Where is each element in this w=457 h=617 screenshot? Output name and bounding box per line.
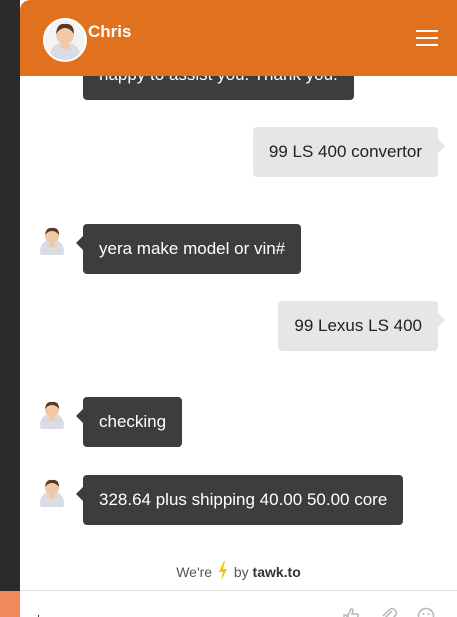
menu-icon[interactable] bbox=[416, 30, 438, 48]
message-text: checking bbox=[99, 412, 167, 431]
powered-prefix: We're bbox=[176, 564, 213, 580]
message-text: 99 LS 400 convertor bbox=[268, 142, 422, 161]
message-text: yera make model or vin# bbox=[99, 239, 286, 258]
thumbs-up-icon[interactable] bbox=[342, 607, 360, 617]
background-page-strip bbox=[0, 0, 20, 617]
agent-avatar-icon bbox=[40, 227, 64, 255]
agent-avatar bbox=[43, 18, 87, 62]
agent-message: 328.64 plus shipping 40.00 50.00 core bbox=[75, 475, 404, 525]
powered-by-text: by bbox=[233, 564, 249, 580]
background-page-accent bbox=[0, 591, 20, 617]
message-text: 328.64 plus shipping 40.00 50.00 core bbox=[99, 490, 388, 509]
agent-message: yera make model or vin# bbox=[75, 224, 302, 274]
visitor-message: 99 LS 400 convertor bbox=[252, 127, 446, 177]
agent-avatar-icon bbox=[40, 401, 64, 429]
message-list[interactable]: happy to assist you. Thank you. 99 LS 40… bbox=[20, 0, 457, 560]
paperclip-icon[interactable] bbox=[380, 607, 398, 617]
agent-message: checking bbox=[75, 397, 183, 447]
powered-by[interactable]: We're by tawk.to bbox=[20, 561, 457, 581]
chat-widget: happy to assist you. Thank you. 99 LS 40… bbox=[20, 0, 457, 617]
agent-avatar-icon bbox=[49, 23, 81, 60]
agent-avatar-icon bbox=[40, 479, 64, 507]
message-text: 99 Lexus LS 400 bbox=[294, 316, 422, 335]
lightning-bolt-icon bbox=[218, 561, 227, 581]
message-input[interactable] bbox=[20, 590, 457, 617]
agent-name: Chris bbox=[88, 22, 132, 41]
visitor-message: 99 Lexus LS 400 bbox=[278, 301, 445, 351]
emoji-icon[interactable] bbox=[417, 607, 435, 617]
chat-header: Chris bbox=[20, 0, 457, 76]
brand-link[interactable]: tawk.to bbox=[253, 564, 301, 580]
